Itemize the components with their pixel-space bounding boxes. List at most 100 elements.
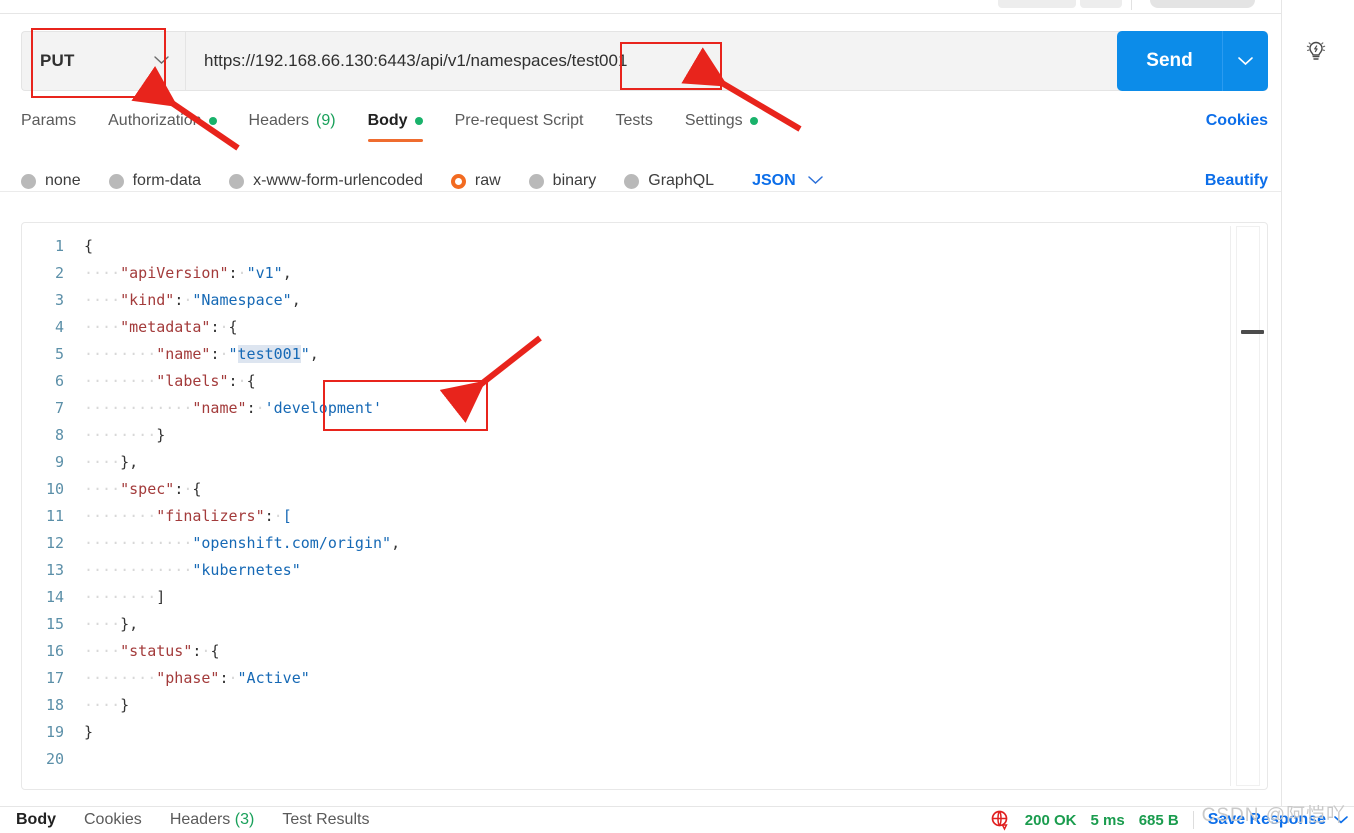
- tab-body-label: Body: [367, 112, 408, 129]
- radio-icon: [528, 173, 544, 189]
- body-mode-form-data-label: form-data: [132, 172, 202, 189]
- code-token: ····: [84, 291, 121, 309]
- code-token: ····: [84, 588, 121, 606]
- save-response-button[interactable]: Save Response: [1208, 811, 1348, 829]
- code-text: }: [84, 719, 93, 746]
- code-token: ]: [156, 588, 166, 606]
- code-token: }: [156, 426, 166, 444]
- editor-scrollbar[interactable]: [1230, 226, 1264, 786]
- code-line[interactable]: 5 ········"name":·"test001",: [22, 341, 1229, 368]
- code-line[interactable]: 2 ····"apiVersion":·"v1",: [22, 260, 1229, 287]
- code-line[interactable]: 15 ····},: [22, 611, 1229, 638]
- code-line[interactable]: 18 ····}: [22, 692, 1229, 719]
- tab-tests[interactable]: Tests: [616, 108, 653, 142]
- top-ghost-control-2[interactable]: [1080, 0, 1122, 8]
- request-url-input[interactable]: https://192.168.66.130:6443/api/v1/names…: [185, 31, 1268, 91]
- code-token: 'development': [264, 399, 383, 417]
- radio-icon: [229, 173, 245, 189]
- tab-headers[interactable]: Headers (9): [249, 108, 336, 142]
- code-token: ····: [84, 696, 121, 714]
- save-response-label: Save Response: [1207, 811, 1326, 828]
- beautify-button[interactable]: Beautify: [1205, 172, 1268, 190]
- response-tab-cookies[interactable]: Cookies: [84, 811, 142, 829]
- code-token: ····: [84, 642, 121, 660]
- code-line[interactable]: 10 ····"spec":·{: [22, 476, 1229, 503]
- meta-divider: [1192, 811, 1194, 829]
- code-line[interactable]: 16 ····"status":·{: [22, 638, 1229, 665]
- code-text: ········"finalizers":·[: [84, 503, 292, 530]
- response-time: 5 ms: [1090, 811, 1125, 829]
- code-token: [: [282, 507, 292, 525]
- lightbulb-icon[interactable]: [1299, 34, 1333, 68]
- editor-scroll-track[interactable]: [1236, 226, 1264, 786]
- body-mode-raw[interactable]: raw: [450, 172, 501, 190]
- tab-settings[interactable]: Settings: [685, 108, 758, 142]
- status-dot-icon: [749, 117, 758, 125]
- line-number: 9: [54, 453, 64, 471]
- response-tab-headers[interactable]: Headers (3): [170, 811, 255, 829]
- code-line[interactable]: 7 ············"name":·'development': [22, 395, 1229, 422]
- code-line[interactable]: 19}: [22, 719, 1229, 746]
- code-token: "labels": [156, 372, 229, 390]
- code-line[interactable]: 8 ········}: [22, 422, 1229, 449]
- response-tab-body-label: Body: [16, 811, 56, 828]
- body-mode-graphql[interactable]: GraphQL: [624, 172, 714, 190]
- tab-body[interactable]: Body: [367, 108, 423, 142]
- top-chrome-strip: [0, 0, 1281, 14]
- tab-authorization[interactable]: Authorization: [108, 108, 217, 142]
- line-number: 3: [54, 291, 64, 309]
- response-tab-test-results[interactable]: Test Results: [282, 811, 369, 829]
- code-lines-container[interactable]: 1{2 ····"apiVersion":·"v1", 3 ····"kind":·"…: [22, 233, 1229, 789]
- line-number: 20: [45, 750, 64, 768]
- code-token: ····: [120, 426, 157, 444]
- http-method-label: PUT: [40, 51, 75, 70]
- top-ghost-control-3[interactable]: [1150, 0, 1255, 8]
- body-mode-form-data[interactable]: form-data: [108, 172, 202, 190]
- code-token: "name": [156, 345, 211, 363]
- code-token: :: [174, 291, 184, 309]
- code-line[interactable]: 9 ····},: [22, 449, 1229, 476]
- body-format-selector[interactable]: JSON: [752, 172, 823, 190]
- code-line[interactable]: 13 ············"kubernetes": [22, 557, 1229, 584]
- code-line[interactable]: 6 ········"labels":·{: [22, 368, 1229, 395]
- send-button[interactable]: Send: [1117, 31, 1268, 91]
- code-token: ····: [84, 534, 121, 552]
- code-line[interactable]: 20: [22, 746, 1229, 773]
- code-token: "name": [192, 399, 247, 417]
- response-tab-headers-label: Headers: [169, 811, 231, 828]
- editor-scroll-thumb[interactable]: [1241, 330, 1264, 334]
- code-token: ,: [391, 534, 401, 552]
- code-token: {: [246, 372, 256, 390]
- cookies-link[interactable]: Cookies: [1206, 112, 1268, 130]
- body-mode-x-www-form-urlencoded[interactable]: x-www-form-urlencoded: [229, 172, 423, 190]
- code-line[interactable]: 4 ····"metadata":·{: [22, 314, 1229, 341]
- response-tab-body[interactable]: Body: [16, 811, 56, 829]
- code-token: "metadata": [120, 318, 211, 336]
- code-line[interactable]: 1{: [22, 233, 1229, 260]
- code-line[interactable]: 17 ········"phase":·"Active": [22, 665, 1229, 692]
- code-token: ····: [84, 507, 121, 525]
- body-mode-binary[interactable]: binary: [528, 172, 596, 190]
- code-line[interactable]: 11 ········"finalizers":·[: [22, 503, 1229, 530]
- status-dot-icon: [414, 117, 423, 125]
- code-text: {: [84, 233, 93, 260]
- tab-pre-request-script-label: Pre-request Script: [454, 112, 584, 129]
- code-line[interactable]: 3 ····"kind":·"Namespace",: [22, 287, 1229, 314]
- response-size: 685 B: [1138, 811, 1179, 829]
- tab-pre-request-script[interactable]: Pre-request Script: [455, 108, 584, 142]
- code-token: "Namespace": [192, 291, 292, 309]
- body-mode-none[interactable]: none: [21, 172, 81, 190]
- code-line[interactable]: 12 ············"openshift.com/origin",: [22, 530, 1229, 557]
- send-options-chevron-down-icon[interactable]: [1223, 31, 1268, 91]
- line-number: 5: [54, 345, 64, 363]
- line-number: 15: [45, 615, 64, 633]
- top-ghost-control-1[interactable]: [998, 0, 1076, 8]
- code-text: ····"apiVersion":·"v1",: [84, 260, 292, 287]
- request-body-editor[interactable]: 1{2 ····"apiVersion":·"v1", 3 ····"kind":·"…: [21, 222, 1268, 790]
- http-method-selector[interactable]: PUT: [21, 31, 185, 91]
- code-token: ····: [120, 669, 157, 687]
- line-number: 16: [45, 642, 64, 660]
- code-line[interactable]: 14 ········]: [22, 584, 1229, 611]
- tab-params[interactable]: Params: [21, 108, 76, 142]
- code-token: "spec": [120, 480, 175, 498]
